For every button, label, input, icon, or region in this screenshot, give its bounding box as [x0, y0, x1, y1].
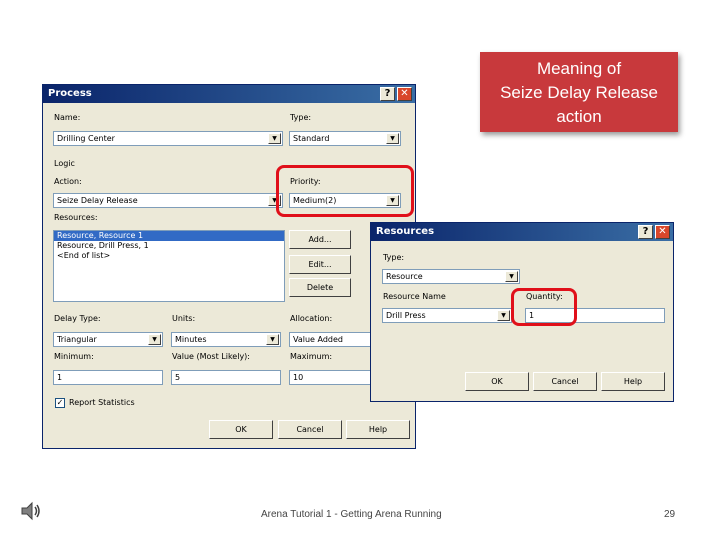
resource-name-label: Resource Name	[383, 292, 446, 301]
chevron-down-icon[interactable]: ▼	[505, 271, 518, 282]
process-dialog: Process ? ✕ Name: Drilling Center ▼ Type…	[42, 84, 416, 449]
resource-name-combo[interactable]: Drill Press ▼	[382, 308, 512, 323]
resource-type-combo[interactable]: Resource ▼	[382, 269, 520, 284]
delay-type-label: Delay Type:	[54, 314, 101, 323]
maximum-label: Maximum:	[290, 352, 333, 361]
logic-label: Logic	[54, 159, 75, 168]
allocation-label: Allocation:	[290, 314, 333, 323]
close-icon[interactable]: ✕	[655, 225, 670, 239]
resource-name-value: Drill Press	[386, 311, 426, 320]
minimum-label: Minimum:	[54, 352, 94, 361]
action-combo[interactable]: Seize Delay Release ▼	[53, 193, 283, 208]
most-likely-input[interactable]: 5	[171, 370, 281, 385]
chevron-down-icon[interactable]: ▼	[148, 334, 161, 345]
allocation-value: Value Added	[293, 335, 343, 344]
chevron-down-icon[interactable]: ▼	[497, 310, 510, 321]
callout-line-3: action	[556, 107, 602, 126]
delay-type-value: Triangular	[57, 335, 97, 344]
type-combo[interactable]: Standard ▼	[289, 131, 401, 146]
most-likely-label: Value (Most Likely):	[172, 352, 250, 361]
resources-label: Resources:	[54, 213, 98, 222]
name-label: Name:	[54, 113, 81, 122]
process-dialog-title: Process	[48, 88, 92, 99]
resources-list[interactable]: Resource, Resource 1 Resource, Drill Pre…	[53, 230, 285, 302]
delay-type-combo[interactable]: Triangular ▼	[53, 332, 163, 347]
resources-dialog-titlebar: Resources ? ✕	[371, 223, 673, 241]
delete-button[interactable]: Delete	[289, 278, 351, 297]
list-item[interactable]: Resource, Resource 1	[54, 231, 284, 241]
add-button[interactable]: Add...	[289, 230, 351, 249]
cancel-button[interactable]: Cancel	[533, 372, 597, 391]
units-value: Minutes	[175, 335, 207, 344]
report-statistics-label: Report Statistics	[69, 398, 135, 407]
report-statistics-checkbox[interactable]: ✓	[55, 398, 65, 408]
cancel-button[interactable]: Cancel	[278, 420, 342, 439]
resource-type-value: Resource	[386, 272, 423, 281]
process-dialog-titlebar: Process ? ✕	[43, 85, 415, 103]
list-item[interactable]: Resource, Drill Press, 1	[54, 241, 284, 251]
action-value: Seize Delay Release	[57, 196, 138, 205]
help-button[interactable]: Help	[601, 372, 665, 391]
units-combo[interactable]: Minutes ▼	[171, 332, 281, 347]
units-label: Units:	[172, 314, 196, 323]
name-combo[interactable]: Drilling Center ▼	[53, 131, 283, 146]
resources-dialog-title: Resources	[376, 226, 435, 237]
type-label: Type:	[290, 113, 312, 122]
help-button[interactable]: Help	[346, 420, 410, 439]
chevron-down-icon[interactable]: ▼	[386, 133, 399, 144]
type-value: Standard	[293, 134, 330, 143]
chevron-down-icon[interactable]: ▼	[266, 334, 279, 345]
speaker-icon[interactable]	[20, 500, 42, 522]
action-label: Action:	[54, 177, 82, 186]
priority-highlight	[276, 165, 414, 217]
page-number: 29	[664, 509, 676, 520]
callout-box: Meaning of Seize Delay Release action	[480, 52, 678, 132]
name-value: Drilling Center	[57, 134, 115, 143]
callout-line-1: Meaning of	[536, 59, 622, 78]
resource-type-label: Type:	[383, 253, 405, 262]
help-icon[interactable]: ?	[638, 225, 653, 239]
ok-button[interactable]: OK	[209, 420, 273, 439]
footer-text: Arena Tutorial 1 - Getting Arena Running	[261, 509, 442, 520]
minimum-input[interactable]: 1	[53, 370, 163, 385]
callout-line-2: Seize Delay Release	[500, 83, 658, 102]
chevron-down-icon[interactable]: ▼	[268, 133, 281, 144]
quantity-highlight	[511, 288, 577, 326]
close-icon[interactable]: ✕	[397, 87, 412, 101]
help-icon[interactable]: ?	[380, 87, 395, 101]
list-item[interactable]: <End of list>	[54, 251, 284, 261]
ok-button[interactable]: OK	[465, 372, 529, 391]
edit-button[interactable]: Edit...	[289, 255, 351, 274]
